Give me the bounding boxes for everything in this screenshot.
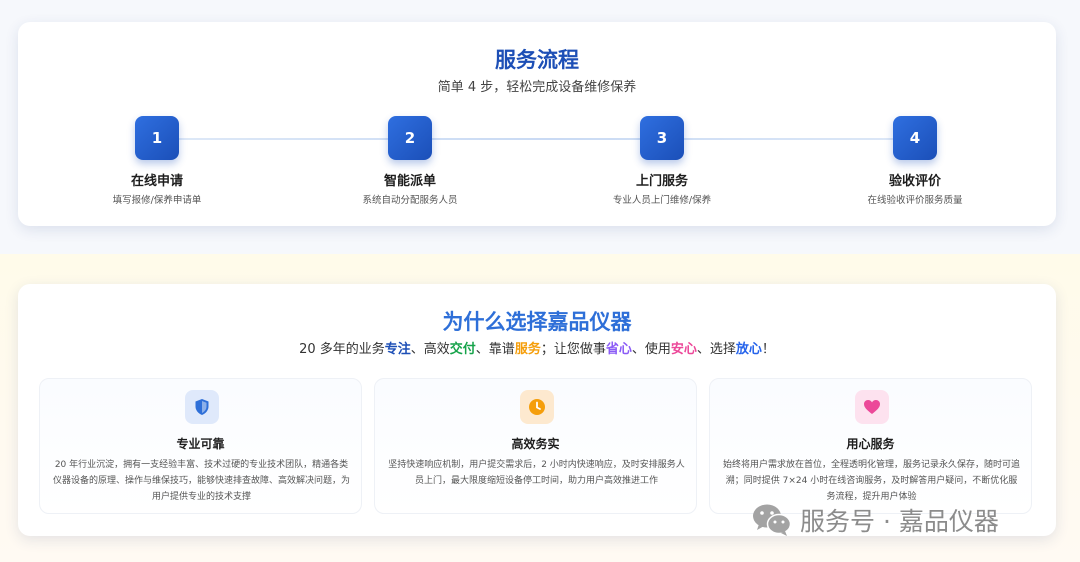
process-card: 服务流程 简单 4 步，轻松完成设备维修保养 1 在线申请 填写报修/保养申请单… [18, 22, 1056, 226]
step-number-badge: 2 [388, 116, 432, 160]
steps-connector-line [178, 138, 918, 140]
step-desc: 系统自动分配服务人员 [362, 195, 458, 206]
tagline-highlight: 交付 [449, 342, 476, 357]
why-title: 为什么选择嘉品仪器 [442, 310, 632, 334]
tagline-text: 、使用 [631, 342, 671, 357]
step-title: 在线申请 [130, 174, 183, 189]
shield-icon [185, 390, 219, 424]
tagline-highlight: 安心 [670, 342, 697, 357]
process-title: 服务流程 [495, 48, 579, 72]
feature-desc: 20 年行业沉淀，拥有一支经验丰富、技术过硬的专业技术团队，精通各类仪器设备的原… [52, 460, 350, 502]
tagline-highlight: 省心 [605, 342, 632, 357]
wechat-watermark: 服务号 · 嘉品仪器 [752, 500, 999, 540]
step-title: 验收评价 [888, 174, 941, 189]
step-number-badge: 1 [135, 116, 179, 160]
step-desc: 填写报修/保养申请单 [112, 195, 202, 206]
feature-card-efficient: 高效务实 坚持快速响应机制，用户提交需求后，2 小时内快速响应，及时安排服务人员… [374, 378, 697, 514]
feature-card-professional: 专业可靠 20 年行业沉淀，拥有一支经验丰富、技术过硬的专业技术团队，精通各类仪… [39, 378, 362, 514]
watermark-text: 服务号 · 嘉品仪器 [800, 507, 999, 536]
clock-icon [520, 390, 554, 424]
tagline-text: 20 多年的业务 [299, 342, 385, 357]
feature-title: 用心服务 [846, 437, 895, 451]
why-card: 为什么选择嘉品仪器 20 多年的业务专注、高效交付、靠谱服务；让您做事省心、使用… [18, 284, 1056, 536]
feature-title: 高效务实 [511, 437, 560, 451]
wechat-icon [753, 504, 792, 536]
tagline-text: ；让您做事 [540, 342, 606, 357]
step-number-badge: 4 [893, 116, 937, 160]
tagline-text: 、高效 [410, 342, 450, 357]
step-title: 上门服务 [635, 174, 688, 189]
step-desc: 专业人员上门维修/保养 [612, 195, 712, 206]
tagline-highlight: 服务 [514, 342, 541, 357]
feature-card-caring: 用心服务 始终将用户需求放在首位，全程透明化管理，服务记录永久保存，随时可追溯；… [709, 378, 1032, 514]
step-desc: 在线验收评价服务质量 [867, 195, 963, 206]
feature-desc: 始终将用户需求放在首位，全程透明化管理，服务记录永久保存，随时可追溯；同时提供 … [722, 460, 1020, 502]
step-number-badge: 3 [640, 116, 684, 160]
process-subtitle: 简单 4 步，轻松完成设备维修保养 [437, 80, 637, 95]
tagline-highlight: 放心 [735, 342, 762, 357]
feature-desc: 坚持快速响应机制，用户提交需求后，2 小时内快速响应，及时安排服务人员上门，最大… [388, 460, 685, 486]
tagline-highlight: 专注 [384, 342, 411, 357]
tagline-text: 、选择 [696, 342, 736, 357]
tagline-text: 、靠谱 [475, 342, 515, 357]
step-title: 智能派单 [383, 174, 436, 189]
feature-title: 专业可靠 [176, 437, 225, 451]
heart-icon [855, 390, 889, 424]
why-tagline: 20 多年的业务专注、高效交付、靠谱服务；让您做事省心、使用安心、选择放心！ [18, 338, 1056, 357]
tagline-text: ！ [761, 342, 775, 357]
